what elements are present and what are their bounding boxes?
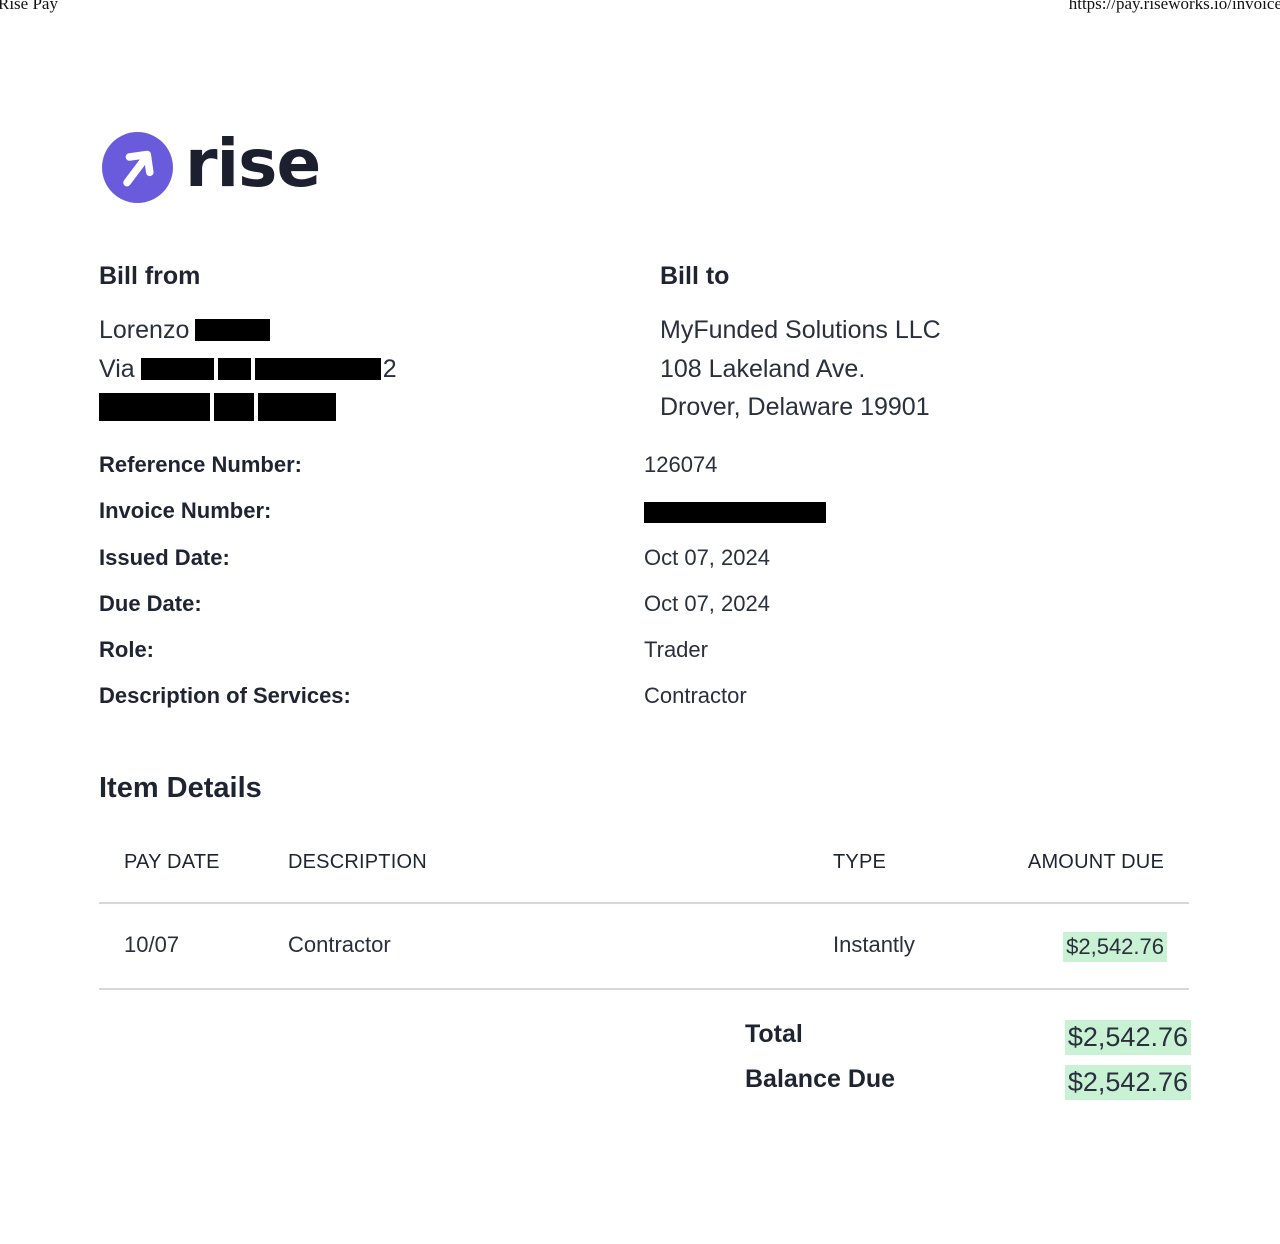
column-header-pay-date: PAY DATE	[124, 851, 220, 873]
cell-amount-due: $2,542.76	[1063, 932, 1167, 962]
redaction-bar	[644, 502, 826, 524]
meta-value: Oct 07, 2024	[644, 544, 770, 570]
cell-type: Instantly	[833, 932, 915, 957]
logo-wordmark: rise	[185, 124, 321, 202]
balance-due-row: Balance Due $2,542.76	[745, 1065, 1191, 1110]
cell-description: Contractor	[288, 932, 391, 957]
redaction-bar	[99, 393, 210, 422]
bill-to-heading: Bill to	[660, 262, 730, 290]
column-header-description: DESCRIPTION	[288, 851, 427, 873]
column-header-amount-due: AMOUNT DUE	[1027, 851, 1164, 873]
redaction-bar	[140, 357, 214, 380]
total-value: $2,542.76	[1064, 1020, 1191, 1055]
meta-label: Role:	[99, 637, 154, 663]
bill-from-name: Lorenzo	[99, 311, 397, 350]
meta-value: 126074	[644, 452, 718, 477]
meta-value: Contractor	[644, 683, 747, 709]
rise-logo: rise	[102, 124, 321, 203]
bill-to-line: Drover, Delaware 19901	[660, 393, 930, 421]
bill-from-street: Via 2	[99, 350, 397, 389]
invoice-meta: Reference Number: 126074 Invoice Number:…	[99, 452, 1199, 730]
balance-due-label: Balance Due	[745, 1065, 896, 1093]
item-details-title: Item Details	[99, 772, 262, 804]
meta-value: Oct 07, 2024	[644, 590, 770, 616]
bill-from-heading: Bill from	[99, 262, 201, 290]
meta-row-due-date: Due Date: Oct 07, 2024	[99, 591, 1199, 637]
column-header-type: TYPE	[833, 851, 887, 873]
meta-row-role: Role: Trader	[99, 637, 1199, 683]
balance-due-value: $2,542.76	[1064, 1065, 1191, 1100]
cell-pay-date: 10/07	[124, 932, 180, 957]
total-row: Total $2,542.76	[745, 1020, 1191, 1065]
bill-to-line: 108 Lakeland Ave.	[660, 354, 866, 383]
total-label: Total	[745, 1020, 803, 1048]
meta-value-redacted	[644, 498, 830, 529]
bill-from-street-suffix: 2	[382, 354, 397, 383]
redaction-bar	[214, 393, 254, 422]
bill-to-line: MyFunded Solutions LLC	[660, 316, 941, 344]
meta-label: Issued Date:	[99, 544, 230, 570]
arrow-up-right-icon	[102, 132, 173, 203]
redaction-bar	[254, 357, 381, 380]
bill-from-city	[99, 388, 397, 427]
meta-row-invoice-number: Invoice Number:	[99, 498, 1199, 544]
meta-row-issued-date: Issued Date: Oct 07, 2024	[99, 545, 1199, 591]
meta-label: Due Date:	[99, 590, 202, 616]
bill-from: Bill from Lorenzo Via 2	[99, 262, 397, 427]
table-header: PAY DATE DESCRIPTION TYPE AMOUNT DUE	[99, 840, 1189, 904]
meta-label: Reference Number:	[99, 452, 302, 477]
print-url: https://pay.riseworks.io/invoice	[1068, 0, 1280, 13]
redaction-bar	[217, 357, 251, 380]
item-details-table: PAY DATE DESCRIPTION TYPE AMOUNT DUE 10/…	[99, 840, 1189, 990]
bill-from-street-prefix: Via	[99, 354, 135, 383]
print-header: Rise Pay https://pay.riseworks.io/invoic…	[0, 0, 1280, 16]
meta-value: Trader	[644, 637, 708, 663]
meta-row-reference: Reference Number: 126074	[99, 452, 1199, 498]
meta-row-description: Description of Services: Contractor	[99, 683, 1199, 729]
bill-from-name-text: Lorenzo	[99, 316, 190, 344]
totals: Total $2,542.76 Balance Due $2,542.76	[745, 1020, 1191, 1110]
bill-to: Bill to MyFunded Solutions LLC 108 Lakel…	[660, 262, 941, 427]
meta-label: Description of Services:	[99, 683, 351, 709]
table-row: 10/07 Contractor Instantly $2,542.76	[99, 904, 1189, 990]
print-title: Rise Pay	[0, 0, 58, 13]
redaction-bar	[258, 393, 336, 422]
redaction-bar	[195, 319, 271, 342]
meta-label: Invoice Number:	[99, 498, 272, 524]
